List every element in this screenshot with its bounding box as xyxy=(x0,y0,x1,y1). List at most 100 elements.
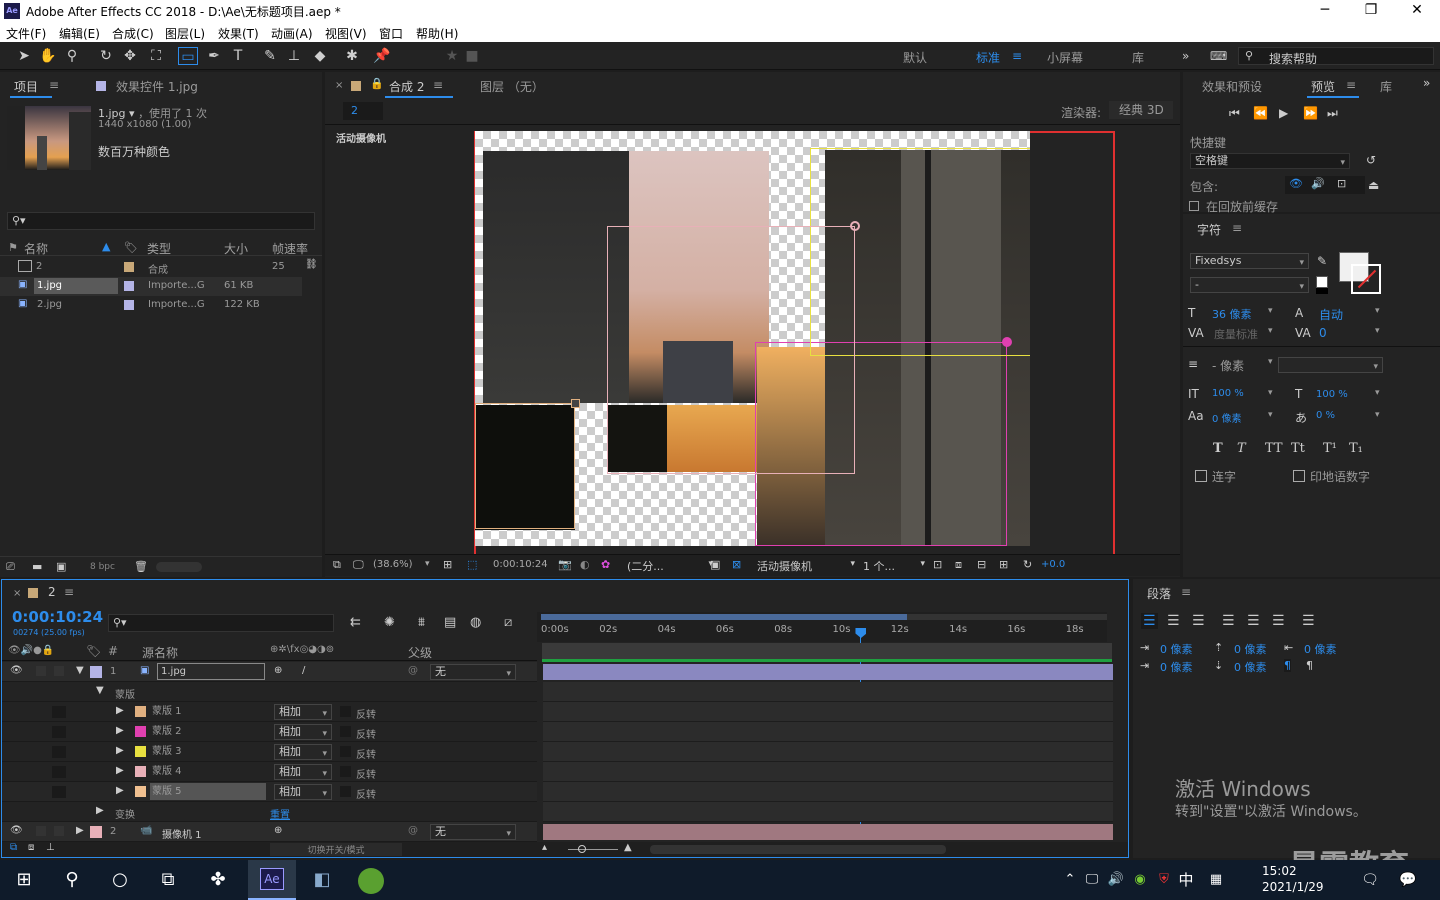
menu-effect[interactable]: 效果(T) xyxy=(218,25,259,42)
motion-blur-icon[interactable]: ◍ xyxy=(470,615,481,630)
menu-file[interactable]: 文件(F) xyxy=(6,25,46,42)
col-type[interactable]: 类型 xyxy=(147,240,171,257)
layer-label-swatch[interactable] xyxy=(90,826,102,838)
play-icon[interactable]: ▶ xyxy=(1279,106,1288,120)
project-menu-icon[interactable]: ≡ xyxy=(49,78,59,92)
stroke-width-value[interactable]: - 像素 xyxy=(1212,357,1244,374)
view-dropdown[interactable]: 活动摄像机 ▾ xyxy=(757,558,855,574)
more-panels-icon[interactable]: » xyxy=(1423,76,1430,90)
expand-chevron-icon[interactable]: ▶ xyxy=(116,725,124,736)
mask-name[interactable]: 蒙版 2 xyxy=(150,723,266,740)
snapshot-icon[interactable]: 📷 xyxy=(558,558,572,571)
eraser-tool-icon[interactable]: ◆ xyxy=(310,47,330,65)
mask-mode-dropdown[interactable]: 相加 ▾ xyxy=(274,724,332,740)
tsume-value[interactable]: 0 % xyxy=(1316,410,1335,421)
fast-previews-icon[interactable]: ⧈ xyxy=(955,558,962,572)
reset-exposure-icon[interactable]: ↻ xyxy=(1023,558,1032,571)
col-source-name[interactable]: 源名称 xyxy=(142,644,178,661)
hand-tool-icon[interactable]: ✋ xyxy=(38,47,58,65)
masks-group-row[interactable]: ▼ 蒙版 xyxy=(2,682,537,702)
zoom-dropdown-icon[interactable]: ▾ xyxy=(425,559,430,569)
layer-switches-icon[interactable]: ⧉ xyxy=(10,842,17,853)
tray-grid-icon[interactable]: ▦ xyxy=(1204,868,1228,892)
zoom-tool-icon[interactable]: ⚲ xyxy=(62,47,82,65)
preview-menu-icon[interactable]: ≡ xyxy=(1346,78,1356,92)
timeline-timecode[interactable]: 0:00:10:24 xyxy=(12,608,103,626)
time-ruler[interactable]: 0:00s 02s 04s 06s 08s 10s 12s 14s 16s 18s xyxy=(537,612,1107,642)
chevron-down-icon[interactable]: ▾ xyxy=(1268,388,1273,398)
overlays-icon[interactable]: ⊡ xyxy=(1337,177,1346,190)
mask-color-swatch[interactable] xyxy=(135,706,146,717)
paragraph-menu-icon[interactable]: ≡ xyxy=(1181,585,1191,599)
pick-whip-icon[interactable]: @ xyxy=(408,825,418,836)
timeline-tab[interactable]: 2 xyxy=(48,585,56,599)
exposure-value[interactable]: +0.0 xyxy=(1041,559,1065,570)
tracking-value[interactable]: 0 xyxy=(1319,326,1327,340)
parent-dropdown[interactable]: 无 ▾ xyxy=(430,824,516,840)
pinwheel-app-icon[interactable]: ✤ xyxy=(206,868,230,892)
layer-row-2[interactable]: 👁 ▶ 2 📹 摄像机 1 ⊕ @ 无 ▾ xyxy=(2,822,537,842)
visibility-eye-icon[interactable]: 👁 xyxy=(10,825,23,836)
mask-mode-dropdown[interactable]: 相加 ▾ xyxy=(274,744,332,760)
mask-name[interactable]: 蒙版 4 xyxy=(150,763,266,780)
rotate-tool-icon[interactable]: ↻ xyxy=(96,47,116,65)
last-frame-icon[interactable]: ⏭ xyxy=(1327,106,1338,121)
col-size[interactable]: 大小 xyxy=(224,240,248,257)
safe-zones-icon[interactable]: ⊞ xyxy=(443,558,452,571)
expand-chevron-icon[interactable]: ▶ xyxy=(96,805,104,816)
close-tab-icon[interactable]: × xyxy=(13,588,21,599)
menu-layer[interactable]: 图层(L) xyxy=(165,25,205,42)
mask-visibility-toggle[interactable] xyxy=(52,706,66,718)
baseline-shift-value[interactable]: 0 像素 xyxy=(1212,410,1242,425)
bpc-label[interactable]: 8 bpc xyxy=(90,562,115,572)
menu-window[interactable]: 窗口 xyxy=(379,25,403,42)
help-search-field[interactable]: ⚲ 搜索帮助 xyxy=(1238,47,1434,66)
ime-indicator[interactable]: 中 xyxy=(1174,868,1198,892)
project-row-2jpg[interactable]: ▣ 2.jpg Importe...G 122 KB xyxy=(0,296,302,315)
notification-icon[interactable]: 🗨 xyxy=(1358,868,1382,892)
chevron-down-icon[interactable]: ▾ xyxy=(1375,306,1380,316)
mask-vertex-handle[interactable] xyxy=(571,399,580,408)
mask-vertex-handle[interactable] xyxy=(850,221,860,231)
comp-breadcrumb[interactable]: 2 xyxy=(343,102,383,120)
expand-chevron-icon[interactable]: ▶ xyxy=(116,765,124,776)
font-family-dropdown[interactable]: Fixedsys ▾ xyxy=(1190,253,1309,269)
solo-toggle[interactable] xyxy=(36,666,46,676)
roto-brush-icon[interactable]: ✱ xyxy=(342,47,362,65)
layer-name[interactable]: 摄像机 1 xyxy=(162,826,202,841)
timeline-menu-icon[interactable]: ≡ xyxy=(64,585,74,599)
character-menu-icon[interactable]: ≡ xyxy=(1232,221,1242,235)
chevron-down-icon[interactable]: ▾ xyxy=(1268,326,1273,336)
close-tab-icon[interactable]: × xyxy=(335,80,343,91)
chevron-down-icon[interactable]: ▾ xyxy=(1375,388,1380,398)
notes-app-icon[interactable]: ◧ xyxy=(310,868,334,892)
mask-visibility-toggle[interactable] xyxy=(52,786,66,798)
chevron-down-icon[interactable]: ▾ xyxy=(1268,357,1273,367)
camera-orbit-icon[interactable]: ✥ xyxy=(120,47,140,65)
timeline-search-input[interactable]: ⚲▾ xyxy=(108,614,334,632)
transfer-controls-icon[interactable]: ⧈ xyxy=(28,842,34,853)
tab-project[interactable]: 项目 xyxy=(14,78,38,95)
comp-timecode[interactable]: 0:00:10:24 xyxy=(493,559,548,570)
black-swatch[interactable] xyxy=(1316,288,1328,294)
restore-icon[interactable]: ❐ xyxy=(1348,0,1394,22)
expand-chevron-icon[interactable]: ▶ xyxy=(76,825,84,836)
first-frame-icon[interactable]: ⏮ xyxy=(1229,106,1240,121)
graph-editor-icon[interactable]: ⧄ xyxy=(504,615,512,630)
flowchart-icon[interactable]: ⊞ xyxy=(999,558,1008,571)
visibility-eye-icon[interactable]: 👁 xyxy=(10,665,23,676)
timeline-scrollbar[interactable] xyxy=(650,845,946,854)
more-workspaces-icon[interactable]: » xyxy=(1182,49,1189,63)
menu-view[interactable]: 视图(V) xyxy=(325,25,367,42)
action-center-icon[interactable]: 💬 xyxy=(1396,868,1420,892)
justify-all-icon[interactable]: ☰ xyxy=(1302,613,1315,629)
all-caps-icon[interactable]: TT xyxy=(1265,441,1283,456)
col-parent[interactable]: 父级 xyxy=(408,644,432,661)
mask-visibility-toggle[interactable] xyxy=(52,726,66,738)
tray-network-icon[interactable]: 🖵 xyxy=(1080,868,1104,892)
mask-name[interactable]: 蒙版 3 xyxy=(150,743,266,760)
menu-edit[interactable]: 编辑(E) xyxy=(59,25,100,42)
lock-icon[interactable]: 🔒 xyxy=(370,77,384,90)
tab-preview[interactable]: 预览 xyxy=(1311,78,1335,95)
search-icon[interactable]: ⚲ xyxy=(60,868,84,892)
